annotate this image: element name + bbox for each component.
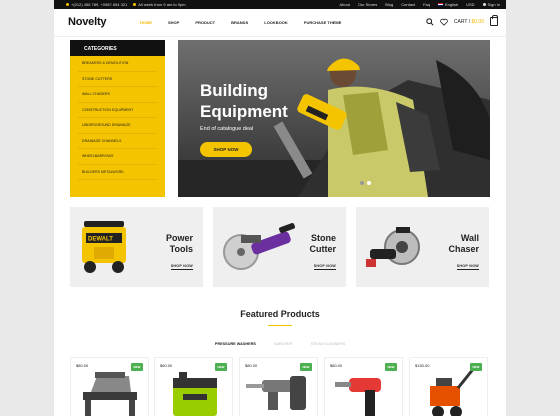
category-item-breakers[interactable]: BREAKERS & DEMOLITION xyxy=(78,56,157,72)
featured-products-title: Featured Products xyxy=(240,309,320,319)
carousel-dot-active[interactable] xyxy=(367,181,371,185)
category-menu-title: CATEGORIES xyxy=(70,40,165,56)
category-item-stone-cutters[interactable]: STONE CUTTERS xyxy=(78,72,157,87)
product-price: $150.00 xyxy=(415,363,430,368)
new-badge: NEW xyxy=(131,363,143,371)
compressor-image: DEWALT xyxy=(82,221,126,273)
promo-shop-now-link[interactable]: SHOP NOW xyxy=(170,264,193,270)
top-bar: +(012) 456 789, +0987 654 321 All week f… xyxy=(54,0,506,9)
flag-icon xyxy=(437,3,443,6)
product-price: $60.00 xyxy=(160,363,173,368)
nav-purchase-theme[interactable]: PURCHASE THEME xyxy=(296,20,350,25)
product-card[interactable]: $150.00 NEW xyxy=(409,357,488,416)
signin-link[interactable]: Sign In xyxy=(482,2,500,7)
new-badge: NEW xyxy=(215,363,227,371)
currency-select[interactable]: USD xyxy=(466,2,474,7)
user-icon xyxy=(482,3,486,6)
category-item-drainage[interactable]: DRAINAGE CHANNELS xyxy=(78,134,157,149)
category-item-metalwork[interactable]: BUILDERS METALWORK xyxy=(78,165,157,180)
featured-tabs: PRESSURE WASHERS KARCHER STEAM CLEANERS xyxy=(54,342,506,346)
svg-text:DEWALT: DEWALT xyxy=(88,237,113,243)
category-item-underground[interactable]: UNDERGROUND DRAINAGE xyxy=(78,118,157,134)
product-card[interactable]: $60.00 NEW xyxy=(154,357,233,416)
nav-product[interactable]: PRODUCT xyxy=(187,20,223,25)
cart-link[interactable]: CART / $0.00 xyxy=(454,19,484,25)
page-frame: +(012) 456 789, +0987 654 321 All week f… xyxy=(54,0,506,416)
nav-shop[interactable]: SHOP xyxy=(160,20,187,25)
hero-shop-now-button[interactable]: SHOP NOW xyxy=(200,142,252,157)
hero-banner: Building Equipment End of catalogue deal… xyxy=(178,40,490,197)
category-menu: CATEGORIES BREAKERS & DEMOLITION STONE C… xyxy=(70,40,165,197)
promo-stone-cutter[interactable]: Stone Cutter SHOP NOW xyxy=(213,207,346,287)
top-link-blog[interactable]: Blog xyxy=(385,2,393,7)
promo-title: Stone Cutter xyxy=(309,233,337,254)
nav-home[interactable]: HOME xyxy=(132,20,160,25)
wishlist-icon[interactable] xyxy=(440,18,448,26)
promo-power-tools[interactable]: DEWALT Power Tools SHOP NOW xyxy=(70,207,203,287)
hero-title: Building Equipment xyxy=(200,81,288,121)
title-underline xyxy=(268,325,292,326)
promo-shop-now-link[interactable]: SHOP NOW xyxy=(456,264,479,270)
hero-subtitle: End of catalogue deal xyxy=(200,126,254,132)
site-logo[interactable]: Novelty xyxy=(68,16,107,28)
site-header: Novelty HOME SHOP PRODUCT BRANDS LOOKBOO… xyxy=(54,9,506,37)
nav-lookbook[interactable]: LOOKBOOK xyxy=(256,20,296,25)
product-card[interactable]: $80.00 NEW xyxy=(239,357,318,416)
top-link-stores[interactable]: Our Stores xyxy=(358,2,377,7)
top-link-about[interactable]: About xyxy=(339,2,349,7)
new-badge: NEW xyxy=(470,363,482,371)
promo-shop-now-link[interactable]: SHOP NOW xyxy=(313,264,336,270)
cart-bag-icon[interactable] xyxy=(490,15,498,26)
product-price: $80.00 xyxy=(330,363,343,368)
top-link-faq[interactable]: Faq xyxy=(423,2,430,7)
category-item-wheelbarrows[interactable]: WHEELBARROWS xyxy=(78,149,157,165)
cart-amount: $0.00 xyxy=(471,18,484,25)
carousel-dot[interactable] xyxy=(360,181,364,185)
language-select[interactable]: English xyxy=(437,2,458,7)
product-price: $80.00 xyxy=(76,363,89,368)
product-price: $80.00 xyxy=(245,363,258,368)
promo-title: Wall Chaser xyxy=(448,233,479,254)
new-badge: NEW xyxy=(385,363,397,371)
new-badge: NEW xyxy=(300,363,312,371)
phone-icon xyxy=(66,3,69,6)
tab-steam-cleaners[interactable]: STEAM CLEANERS xyxy=(311,342,346,346)
promo-wall-chaser[interactable]: Wall Chaser SHOP NOW xyxy=(356,207,489,287)
hours-info: All week from 9 am to 9pm xyxy=(133,2,186,7)
promo-title: Power Tools xyxy=(165,233,193,254)
tab-karcher[interactable]: KARCHER xyxy=(274,342,293,346)
category-item-wall-chasers[interactable]: WALL CHASERS xyxy=(78,87,157,103)
main-nav: HOME SHOP PRODUCT BRANDS LOOKBOOK PURCHA… xyxy=(132,20,349,25)
clock-icon xyxy=(133,3,137,6)
product-card[interactable]: $80.00 NEW xyxy=(70,357,149,416)
category-item-construction[interactable]: CONSTRUCTION EQUIPMENT xyxy=(78,103,157,118)
hero-carousel-dots xyxy=(360,181,371,185)
phone-info: +(012) 456 789, +0987 654 321 xyxy=(66,2,127,7)
top-link-contact[interactable]: Contact xyxy=(401,2,415,7)
tab-pressure-washers[interactable]: PRESSURE WASHERS xyxy=(215,342,256,346)
product-card[interactable]: $80.00 NEW xyxy=(324,357,403,416)
nav-brands[interactable]: BRANDS xyxy=(223,20,256,25)
search-icon[interactable] xyxy=(426,17,434,26)
